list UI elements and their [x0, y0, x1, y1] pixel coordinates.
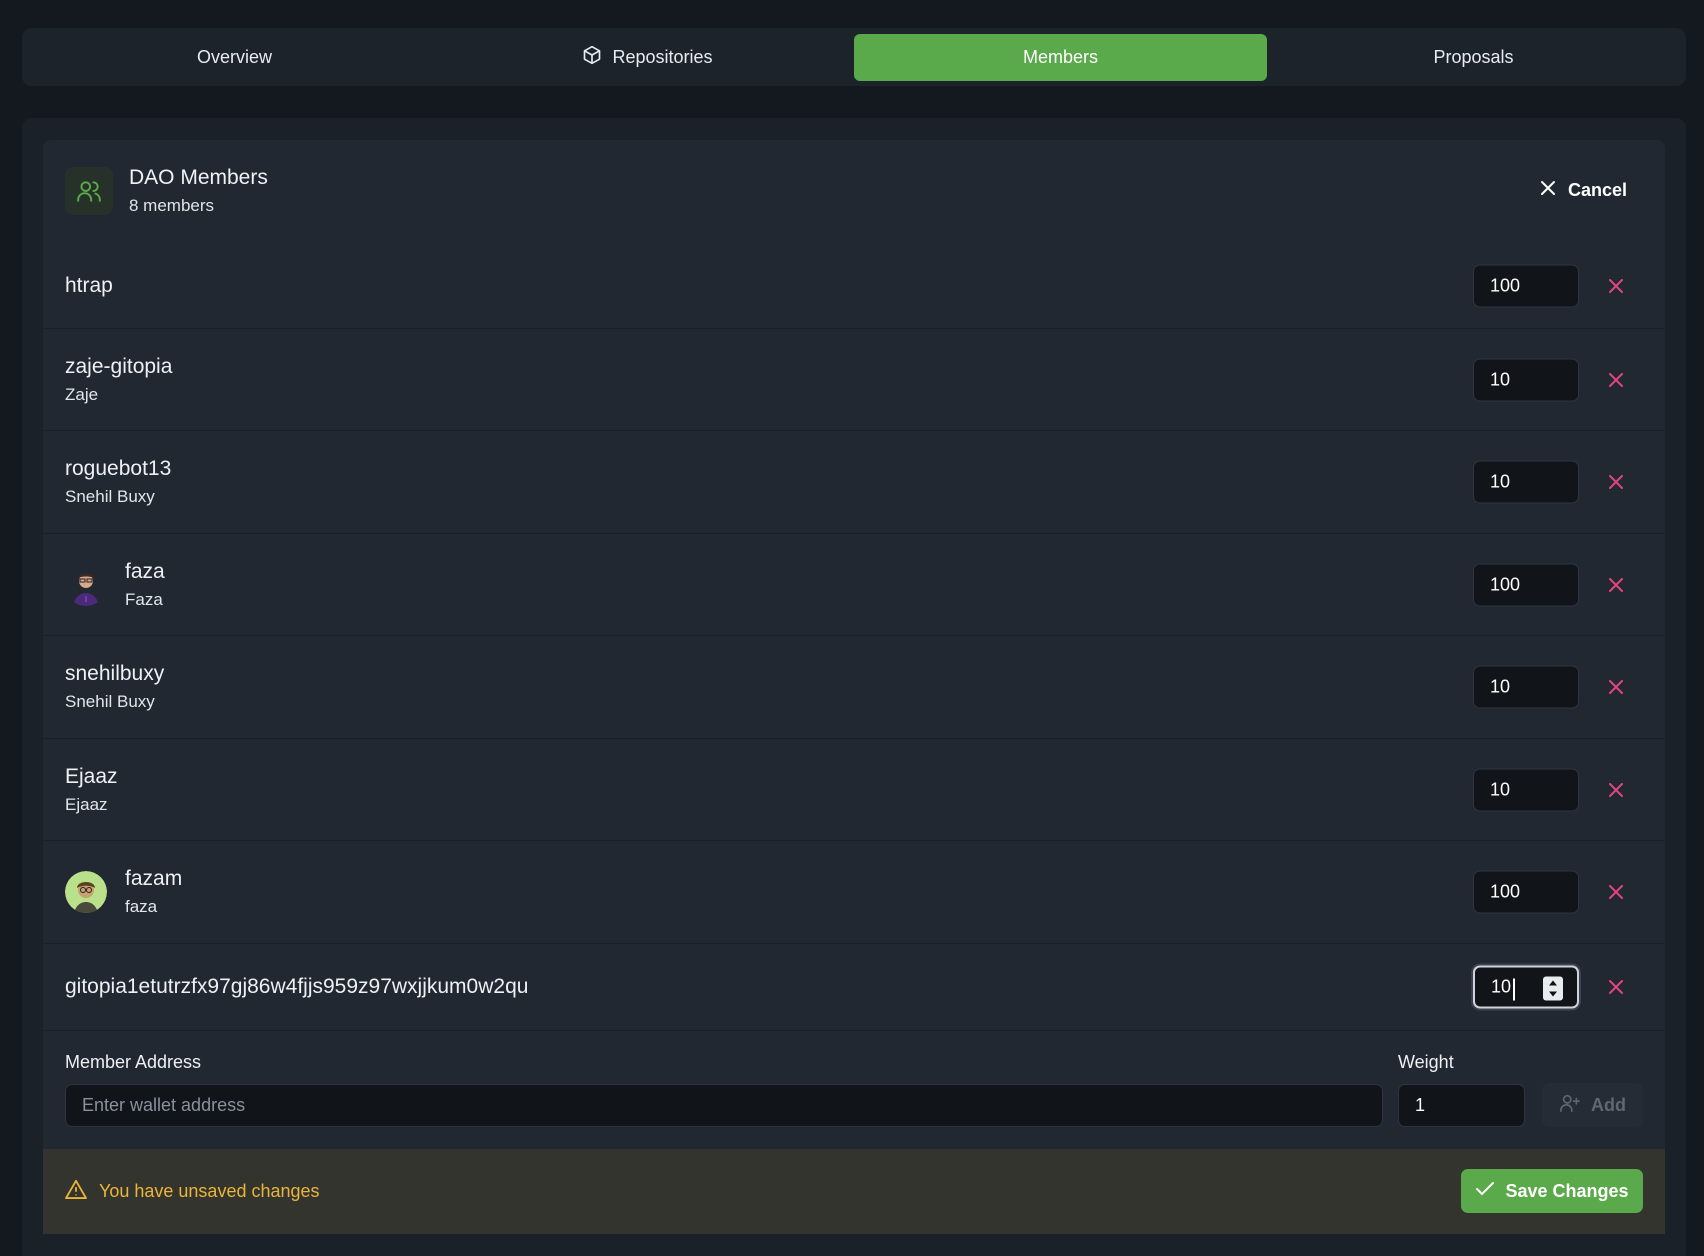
member-username: Ejaaz: [65, 764, 118, 788]
member-display-name: Snehil Buxy: [65, 487, 155, 506]
warning-icon: [65, 1179, 87, 1204]
member-row: snehilbuxy Snehil Buxy 10: [43, 636, 1665, 739]
member-row: roguebot13 Snehil Buxy 10: [43, 431, 1665, 534]
cancel-button[interactable]: Cancel: [1540, 180, 1627, 201]
weight-input[interactable]: 10: [1473, 768, 1579, 811]
tab-overview[interactable]: Overview: [28, 34, 441, 81]
member-row: fazam faza 100: [43, 841, 1665, 944]
member-row: gitopia1etutrzfx97gj86w4fjjs959z97wxjjku…: [43, 944, 1665, 1031]
member-display-name: faza: [125, 897, 158, 916]
weight-input-focused[interactable]: 10: [1473, 965, 1579, 1009]
new-member-weight-input[interactable]: 1: [1398, 1084, 1525, 1127]
tab-proposals[interactable]: Proposals: [1267, 34, 1680, 81]
member-row: zaje-gitopia Zaje 10: [43, 329, 1665, 431]
member-username: fazam: [125, 867, 183, 890]
check-icon: [1475, 1181, 1495, 1202]
tab-repositories-label: Repositories: [612, 46, 713, 67]
member-username: zaje-gitopia: [65, 354, 173, 378]
member-username: faza: [125, 559, 165, 583]
cancel-label: Cancel: [1567, 180, 1627, 200]
member-row: Ejaaz Ejaaz 10: [43, 739, 1665, 841]
remove-member-icon[interactable]: [1605, 676, 1627, 698]
unsaved-warning: You have unsaved changes: [65, 1179, 320, 1204]
unsaved-changes-bar: You have unsaved changes Save Changes: [43, 1149, 1665, 1234]
weight-value: 10: [1491, 976, 1512, 997]
faza-avatar: [65, 563, 107, 606]
weight-input[interactable]: 100: [1473, 870, 1579, 914]
remove-member-icon[interactable]: [1605, 369, 1627, 391]
tab-bar: Overview Repositories Members Proposals: [22, 28, 1686, 86]
member-username: roguebot13: [65, 457, 172, 480]
tab-repositories[interactable]: Repositories: [441, 34, 854, 81]
tab-members[interactable]: Members: [854, 33, 1267, 81]
close-icon: [1540, 180, 1556, 201]
member-username: snehilbuxy: [65, 662, 165, 685]
member-row: faza Faza 100: [43, 534, 1665, 636]
number-stepper[interactable]: [1543, 976, 1563, 1001]
member-display-name: Ejaaz: [65, 794, 108, 814]
fazam-avatar: [65, 871, 107, 913]
member-display-name: Zaje: [65, 384, 99, 404]
member-username: gitopia1etutrzfx97gj86w4fjjs959z97wxjjku…: [65, 975, 529, 998]
member-username: htrap: [65, 274, 113, 297]
remove-member-icon[interactable]: [1605, 779, 1627, 801]
member-display-name: Faza: [125, 589, 163, 609]
weight-input[interactable]: 10: [1473, 358, 1579, 401]
add-label: Add: [1591, 1094, 1626, 1115]
member-row: htrap 100: [43, 244, 1665, 329]
tab-members-label: Members: [1022, 46, 1098, 67]
weight-input[interactable]: 10: [1473, 665, 1579, 709]
remove-member-icon[interactable]: [1605, 471, 1627, 493]
page-title: DAO Members: [129, 166, 268, 189]
member-address-label: Member Address: [65, 1052, 202, 1072]
add-member-button[interactable]: Add: [1542, 1083, 1643, 1127]
member-list: htrap 100 zaje-gitopia Zaje 10 roguebot1…: [43, 244, 1665, 1031]
card-header: DAO Members 8 members Cancel: [43, 140, 1665, 244]
save-label: Save Changes: [1505, 1180, 1629, 1201]
remove-member-icon[interactable]: [1605, 574, 1627, 596]
cube-icon: [582, 45, 602, 70]
text-caret: [1513, 978, 1515, 1001]
member-address-input[interactable]: Enter wallet address: [65, 1084, 1383, 1127]
remove-member-icon[interactable]: [1605, 275, 1627, 297]
save-changes-button[interactable]: Save Changes: [1461, 1169, 1643, 1213]
remove-member-icon[interactable]: [1605, 881, 1627, 903]
users-icon: [65, 167, 113, 215]
member-display-name: Snehil Buxy: [65, 692, 155, 711]
weight-input[interactable]: 100: [1473, 563, 1579, 606]
remove-member-icon[interactable]: [1605, 976, 1627, 998]
warning-text: You have unsaved changes: [99, 1181, 320, 1201]
weight-input[interactable]: 10: [1473, 460, 1579, 504]
user-plus-icon: [1559, 1093, 1581, 1118]
weight-input[interactable]: 100: [1473, 264, 1579, 308]
weight-label: Weight: [1398, 1052, 1454, 1072]
tab-overview-label: Overview: [196, 46, 272, 67]
member-count: 8 members: [129, 196, 215, 215]
tab-proposals-label: Proposals: [1433, 46, 1514, 67]
